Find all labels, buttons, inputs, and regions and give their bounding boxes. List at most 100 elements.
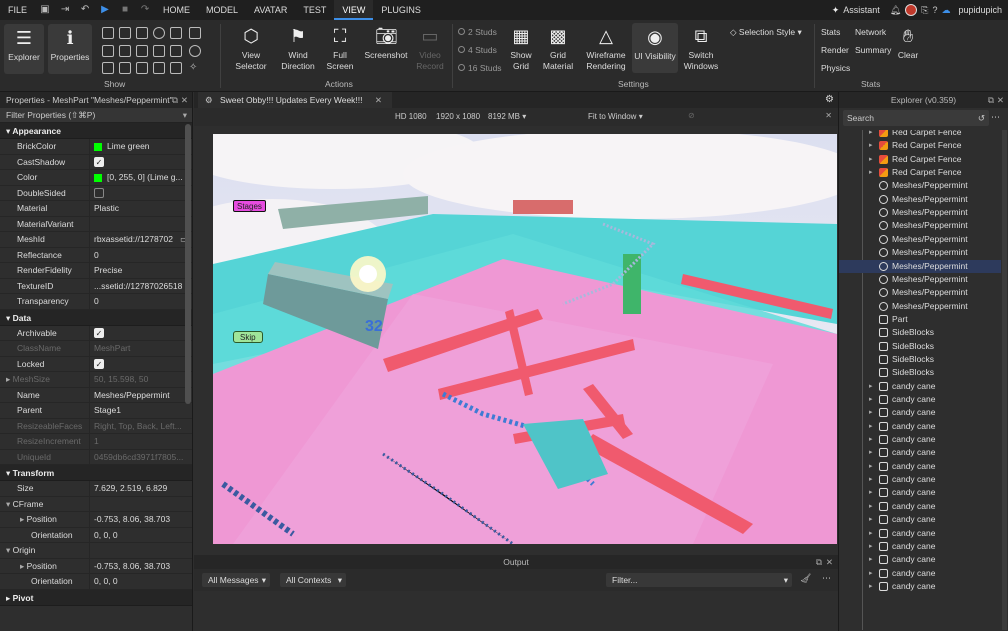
studs-2-radio[interactable]: 2 Studs: [458, 27, 497, 37]
expand-icon[interactable]: ▸: [869, 139, 873, 152]
property-value[interactable]: 0, 0, 0: [90, 574, 192, 589]
assistant-button[interactable]: Assistant: [843, 5, 880, 15]
tree-item[interactable]: SideBlocks: [839, 353, 1001, 366]
network-button[interactable]: Network: [855, 27, 886, 37]
command-bar-icon[interactable]: [119, 45, 131, 57]
tree-item[interactable]: ▸ Red Carpet Fence: [839, 130, 1001, 139]
expand-icon[interactable]: ▸: [20, 561, 27, 571]
tab-plugins[interactable]: PLUGINS: [373, 0, 429, 20]
property-row[interactable]: MeshId ▭ rbxassetid://1278702: [0, 232, 192, 248]
bell-icon[interactable]: 🔔︎: [890, 5, 901, 16]
tree-item[interactable]: ▸ candy cane: [839, 393, 1001, 406]
tree-item[interactable]: ▸ candy cane: [839, 513, 1001, 526]
expand-icon[interactable]: ▸: [869, 393, 873, 406]
undo-icon[interactable]: ↶: [77, 2, 93, 18]
tree-item[interactable]: ▸ candy cane: [839, 500, 1001, 513]
undock-icon[interactable]: ⧉: [172, 92, 178, 108]
category-pivot[interactable]: ▸ Pivot: [0, 589, 192, 606]
property-value[interactable]: 0459db6cd3971f7805...: [90, 450, 192, 465]
property-row[interactable]: UniqueId 0459db6cd3971f7805...: [0, 449, 192, 465]
explorer-search-input[interactable]: Search ↺: [843, 110, 989, 126]
tree-item[interactable]: ▸ candy cane: [839, 446, 1001, 459]
tab-test[interactable]: TEST: [295, 0, 334, 20]
expand-icon[interactable]: ▸: [869, 153, 873, 166]
expand-icon[interactable]: ▸: [869, 130, 873, 139]
property-row[interactable]: Material Plastic: [0, 201, 192, 217]
property-value[interactable]: 0: [90, 248, 192, 263]
property-row[interactable]: Orientation 0, 0, 0: [0, 574, 192, 590]
property-value[interactable]: ✓: [90, 326, 192, 341]
history-icon[interactable]: [189, 45, 201, 57]
property-row[interactable]: Archivable ✓: [0, 325, 192, 341]
rotate-disabled-icon[interactable]: ⊘: [688, 111, 695, 120]
checkbox[interactable]: ✓: [94, 359, 104, 370]
color-swatch[interactable]: [94, 142, 102, 151]
color-swatch[interactable]: [94, 173, 102, 182]
game-explorer-icon[interactable]: [102, 62, 114, 74]
tree-item[interactable]: ▸ Red Carpet Fence: [839, 153, 1001, 166]
property-row[interactable]: ClassName MeshPart: [0, 341, 192, 357]
magic-icon[interactable]: ✧: [189, 62, 201, 74]
property-row[interactable]: Color [0, 255, 0] (Lime g...: [0, 170, 192, 186]
property-row[interactable]: ▸ Position -0.753, 8.06, 38.703: [0, 512, 192, 528]
tree-item[interactable]: ▸ candy cane: [839, 433, 1001, 446]
expand-icon[interactable]: ▸: [869, 460, 873, 473]
property-row[interactable]: MaterialVariant: [0, 216, 192, 232]
property-value[interactable]: Lime green: [90, 139, 192, 154]
tab-avatar[interactable]: AVATAR: [246, 0, 295, 20]
collapse-icon[interactable]: ▾: [6, 499, 13, 509]
tree-item[interactable]: Meshes/Peppermint: [839, 233, 1001, 246]
property-row[interactable]: TextureID ...ssetid://12787026518: [0, 278, 192, 294]
tree-item[interactable]: ▸ candy cane: [839, 406, 1001, 419]
property-value[interactable]: MeshPart: [90, 341, 192, 356]
expand-icon[interactable]: ▸: [869, 540, 873, 553]
switch-windows-button[interactable]: ⧉ Switch Windows: [680, 25, 722, 72]
tree-item[interactable]: SideBlocks: [839, 340, 1001, 353]
tree-item[interactable]: ▸ candy cane: [839, 420, 1001, 433]
show-grid-button[interactable]: ▦ Show Grid: [505, 25, 537, 72]
property-row[interactable]: BrickColor Lime green: [0, 139, 192, 155]
render-button[interactable]: Render: [821, 45, 849, 55]
expand-icon[interactable]: ▸: [869, 527, 873, 540]
tree-item[interactable]: Meshes/Peppermint: [839, 193, 1001, 206]
tab-view[interactable]: VIEW: [334, 0, 374, 20]
undock-icon[interactable]: ⧉: [816, 555, 822, 569]
property-value[interactable]: ✓: [90, 357, 192, 372]
expand-icon[interactable]: ▸: [869, 433, 873, 446]
output-filter-input[interactable]: Filter... ▾: [606, 573, 792, 587]
checkbox[interactable]: [94, 188, 104, 199]
property-value[interactable]: [90, 497, 192, 512]
tree-item[interactable]: Part: [839, 313, 1001, 326]
all-messages-dropdown[interactable]: All Messages ▾: [202, 573, 270, 587]
property-row[interactable]: ResizeableFaces Right, Top, Back, Left...: [0, 418, 192, 434]
tree-item[interactable]: ▸ candy cane: [839, 580, 1001, 593]
filter-properties-input[interactable]: Filter Properties (⇧⌘P) ▾: [0, 108, 192, 123]
properties-button[interactable]: ℹ Properties: [48, 24, 92, 74]
tree-item[interactable]: ▸ candy cane: [839, 460, 1001, 473]
property-value[interactable]: [90, 217, 192, 232]
expand-icon[interactable]: ▸: [869, 406, 873, 419]
collapse-icon[interactable]: ▾: [6, 545, 13, 555]
property-value[interactable]: Meshes/Peppermint: [90, 388, 192, 403]
view-selector-button[interactable]: ⬡ View Selector: [228, 25, 274, 72]
property-value[interactable]: ...ssetid://12787026518: [90, 279, 192, 294]
close-icon[interactable]: ✕: [825, 111, 832, 120]
wind-direction-button[interactable]: ⚑ Wind Direction: [276, 25, 320, 72]
watch-icon[interactable]: [153, 62, 165, 74]
close-icon[interactable]: ✕: [375, 95, 382, 105]
user-name[interactable]: pupidupich: [958, 5, 1002, 15]
tree-item[interactable]: SideBlocks: [839, 326, 1001, 339]
stats-button[interactable]: Stats: [821, 27, 840, 37]
all-contexts-dropdown[interactable]: All Contexts ▾: [280, 573, 346, 587]
tree-item[interactable]: ▸ Red Carpet Fence: [839, 139, 1001, 152]
property-row[interactable]: Locked ✓: [0, 356, 192, 372]
tree-item[interactable]: ▸ candy cane: [839, 553, 1001, 566]
chat-icon[interactable]: [189, 27, 201, 39]
expand-icon[interactable]: ▸: [869, 446, 873, 459]
property-row[interactable]: Reflectance 0: [0, 247, 192, 263]
property-row[interactable]: ▾ Origin: [0, 543, 192, 559]
expand-icon[interactable]: ▸: [869, 166, 873, 179]
video-record-button[interactable]: ▭ Video Record: [410, 25, 450, 72]
screenshot-button[interactable]: 📷︎ Screenshot: [362, 25, 410, 61]
property-value[interactable]: Precise: [90, 263, 192, 278]
